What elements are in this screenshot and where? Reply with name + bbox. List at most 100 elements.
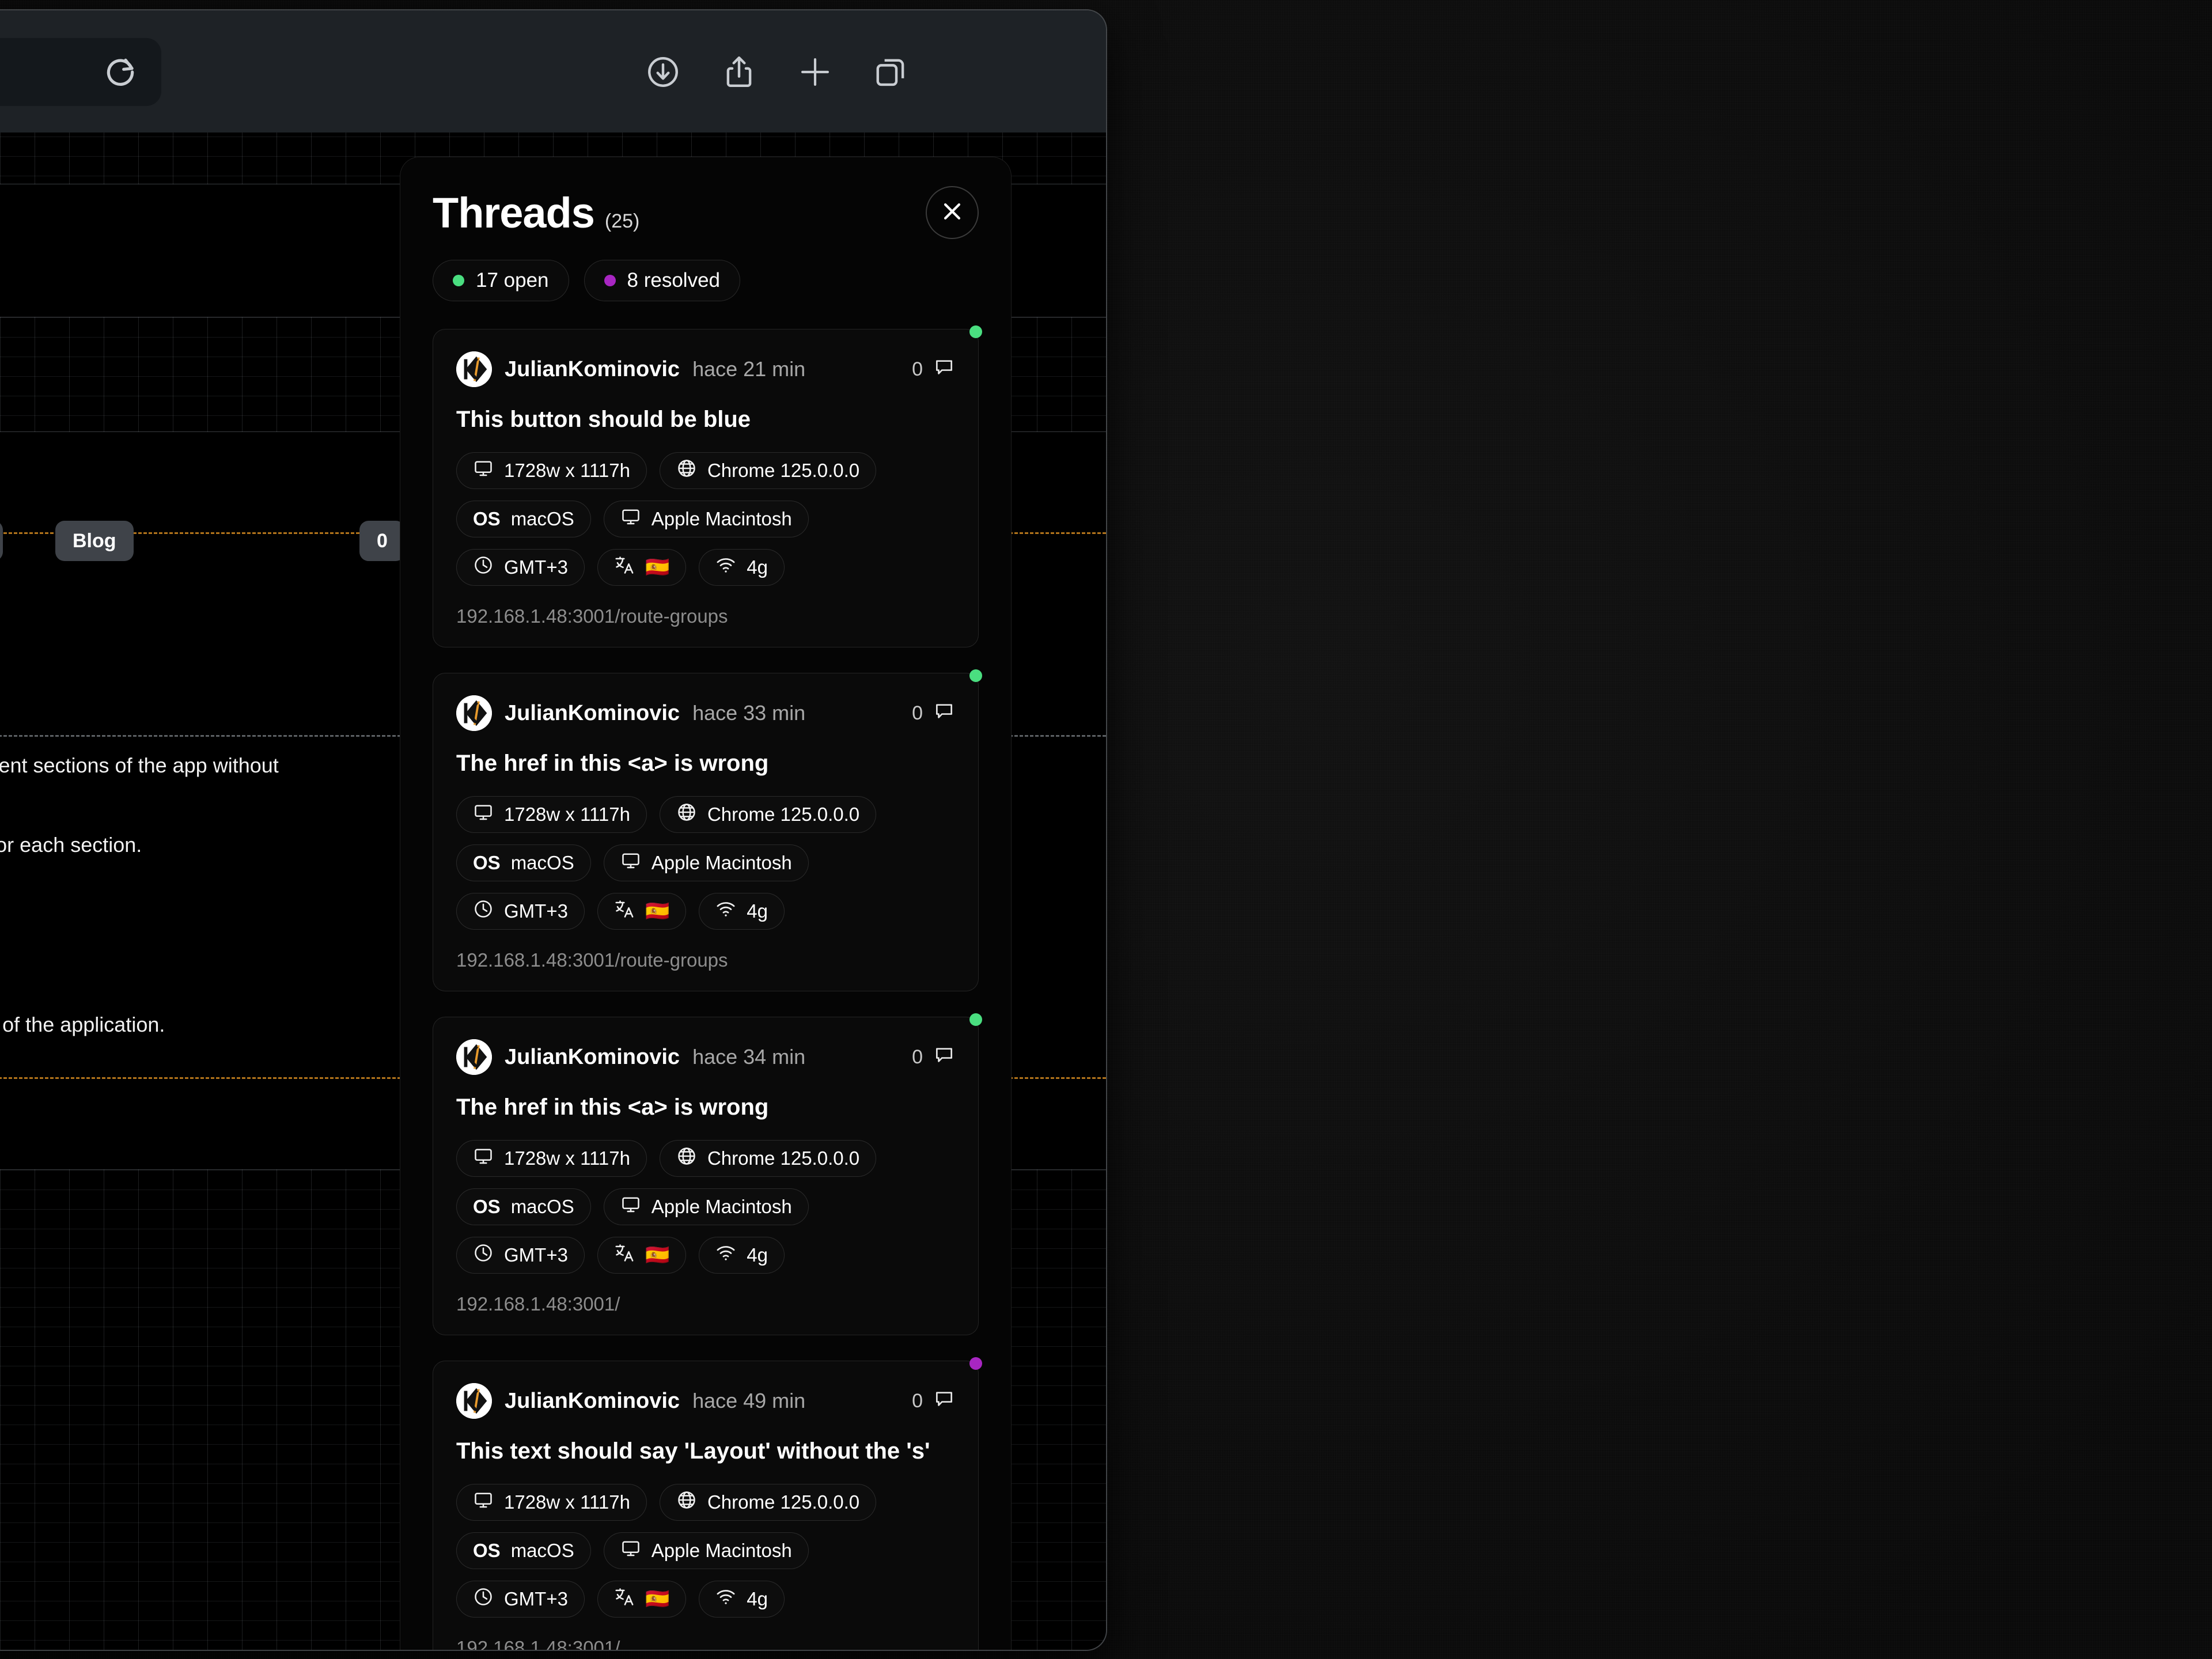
wifi-icon	[715, 1586, 736, 1612]
thread-meta-row-1: 1728w x 1117h Chrome 125.0.0.0	[456, 1484, 955, 1521]
display-icon	[620, 506, 641, 532]
reload-icon[interactable]	[103, 54, 138, 90]
language-flag: 🇪🇸	[645, 1588, 670, 1610]
network-value: 4g	[747, 1244, 768, 1266]
reply-count-group[interactable]: 0	[912, 700, 955, 727]
display-icon	[620, 1538, 641, 1563]
filter-open[interactable]: 17 open	[433, 260, 569, 301]
device-pill: Apple Macintosh	[603, 1532, 809, 1569]
thread-card[interactable]: JulianKominovic hace 34 min 0 The href i…	[433, 1013, 982, 1335]
browser-toolbar	[0, 10, 1106, 132]
os-value: macOS	[510, 852, 574, 873]
thread-meta-rows: 1728w x 1117h Chrome 125.0.0.0 OS macOS …	[456, 452, 955, 586]
viewport-value: 1728w x 1117h	[504, 460, 630, 481]
globe-icon	[676, 1490, 697, 1515]
download-icon[interactable]	[645, 54, 681, 90]
browser-pill: Chrome 125.0.0.0	[659, 452, 877, 489]
thread-card-header: JulianKominovic hace 49 min 0	[456, 1383, 955, 1419]
thread-title: The href in this <a> is wrong	[456, 1094, 769, 1120]
thread-status-dot	[969, 325, 982, 338]
wifi-icon	[715, 899, 736, 924]
device-pill: Apple Macintosh	[603, 501, 809, 537]
network-pill: 4g	[699, 1237, 785, 1274]
monitor-icon	[473, 802, 494, 827]
thread-meta-rows: 1728w x 1117h Chrome 125.0.0.0 OS macOS …	[456, 796, 955, 930]
timezone-value: GMT+3	[504, 556, 568, 578]
browser-pill: Chrome 125.0.0.0	[659, 1140, 877, 1177]
thread-card[interactable]: JulianKominovic hace 49 min 0 This text …	[433, 1357, 982, 1650]
browser-value: Chrome 125.0.0.0	[707, 1147, 860, 1169]
share-icon[interactable]	[721, 54, 757, 90]
new-tab-icon[interactable]	[797, 54, 833, 90]
browser-value: Chrome 125.0.0.0	[707, 460, 860, 481]
nav-link-checkout[interactable]: Checkout	[0, 521, 3, 561]
os-pill: OS macOS	[456, 1188, 591, 1225]
close-panel-button[interactable]	[926, 186, 979, 239]
viewport-value: 1728w x 1117h	[504, 804, 630, 825]
network-value: 4g	[747, 1588, 768, 1609]
thread-card-header: JulianKominovic hace 33 min 0	[456, 695, 955, 731]
os-pill: OS macOS	[456, 1532, 591, 1569]
network-pill: 4g	[699, 1581, 785, 1618]
page-body-line-2: layouts used for each section.	[0, 833, 142, 857]
viewport-pill: 1728w x 1117h	[456, 452, 647, 489]
filter-open-label: 17 open	[476, 269, 549, 291]
translate-icon	[614, 899, 635, 924]
thread-meta-row-3: GMT+3 🇪🇸 4g	[456, 549, 955, 586]
monitor-icon	[473, 1146, 494, 1171]
page-body-line-5: g the top level of the application.	[0, 1013, 165, 1036]
thread-card-header: JulianKominovic hace 21 min 0	[456, 351, 955, 387]
reply-count-group[interactable]: 0	[912, 1044, 955, 1071]
browser-value: Chrome 125.0.0.0	[707, 804, 860, 825]
page-body-line-1: youts for different sections of the app …	[0, 753, 279, 777]
wifi-icon	[715, 1243, 736, 1268]
reply-count-group[interactable]: 0	[912, 1388, 955, 1415]
monitor-icon	[473, 1490, 494, 1515]
os-pill: OS macOS	[456, 501, 591, 537]
threads-title-row: Threads (25)	[433, 192, 979, 234]
thread-author: JulianKominovic	[505, 1388, 680, 1413]
viewport-pill: 1728w x 1117h	[456, 796, 647, 833]
thread-card[interactable]: JulianKominovic hace 21 min 0 This butto…	[433, 325, 982, 647]
cart-count-badge[interactable]: 0	[359, 521, 405, 561]
os-label: OS	[473, 508, 501, 529]
thread-url: 192.168.1.48:3001/route-groups	[456, 949, 728, 971]
filter-resolved[interactable]: 8 resolved	[584, 260, 741, 301]
language-pill: 🇪🇸	[597, 1237, 687, 1274]
thread-title: This text should say 'Layout' without th…	[456, 1438, 930, 1464]
comment-icon	[933, 700, 955, 727]
thread-url: 192.168.1.48:3001/	[456, 1293, 620, 1315]
timezone-pill: GMT+3	[456, 1237, 585, 1274]
viewport-value: 1728w x 1117h	[504, 1491, 630, 1513]
tabs-overview-icon[interactable]	[873, 54, 909, 90]
browser-value: Chrome 125.0.0.0	[707, 1491, 860, 1513]
thread-meta-row-2: OS macOS Apple Macintosh	[456, 1188, 955, 1225]
browser-pill: Chrome 125.0.0.0	[659, 796, 877, 833]
reply-count: 0	[912, 702, 923, 724]
reply-count-group[interactable]: 0	[912, 356, 955, 383]
comment-icon	[933, 1044, 955, 1071]
page-viewport: Checkout Blog 0 youts for different sect…	[0, 132, 1106, 1650]
threads-panel: Threads (25) 17 open 8 resolved JulianKo…	[400, 157, 1012, 1650]
close-icon	[940, 199, 965, 227]
thread-author: JulianKominovic	[505, 357, 680, 381]
os-value: macOS	[510, 1540, 574, 1561]
thread-list[interactable]: JulianKominovic hace 21 min 0 This butto…	[400, 325, 1011, 1650]
os-pill: OS macOS	[456, 844, 591, 881]
timezone-pill: GMT+3	[456, 893, 585, 930]
thread-card[interactable]: JulianKominovic hace 33 min 0 The href i…	[433, 669, 982, 991]
open-status-dot	[453, 275, 464, 286]
network-value: 4g	[747, 556, 768, 578]
avatar	[456, 351, 492, 387]
thread-card-header: JulianKominovic hace 34 min 0	[456, 1039, 955, 1075]
thread-meta-row-2: OS macOS Apple Macintosh	[456, 501, 955, 537]
threads-count: (25)	[604, 210, 640, 232]
os-label: OS	[473, 1196, 501, 1217]
thread-meta-row-1: 1728w x 1117h Chrome 125.0.0.0	[456, 1140, 955, 1177]
nav-link-blog[interactable]: Blog	[55, 521, 134, 561]
globe-icon	[676, 458, 697, 483]
address-bar[interactable]	[0, 38, 161, 106]
thread-meta-row-3: GMT+3 🇪🇸 4g	[456, 1581, 955, 1618]
clock-icon	[473, 1243, 494, 1268]
thread-title: This button should be blue	[456, 407, 751, 432]
